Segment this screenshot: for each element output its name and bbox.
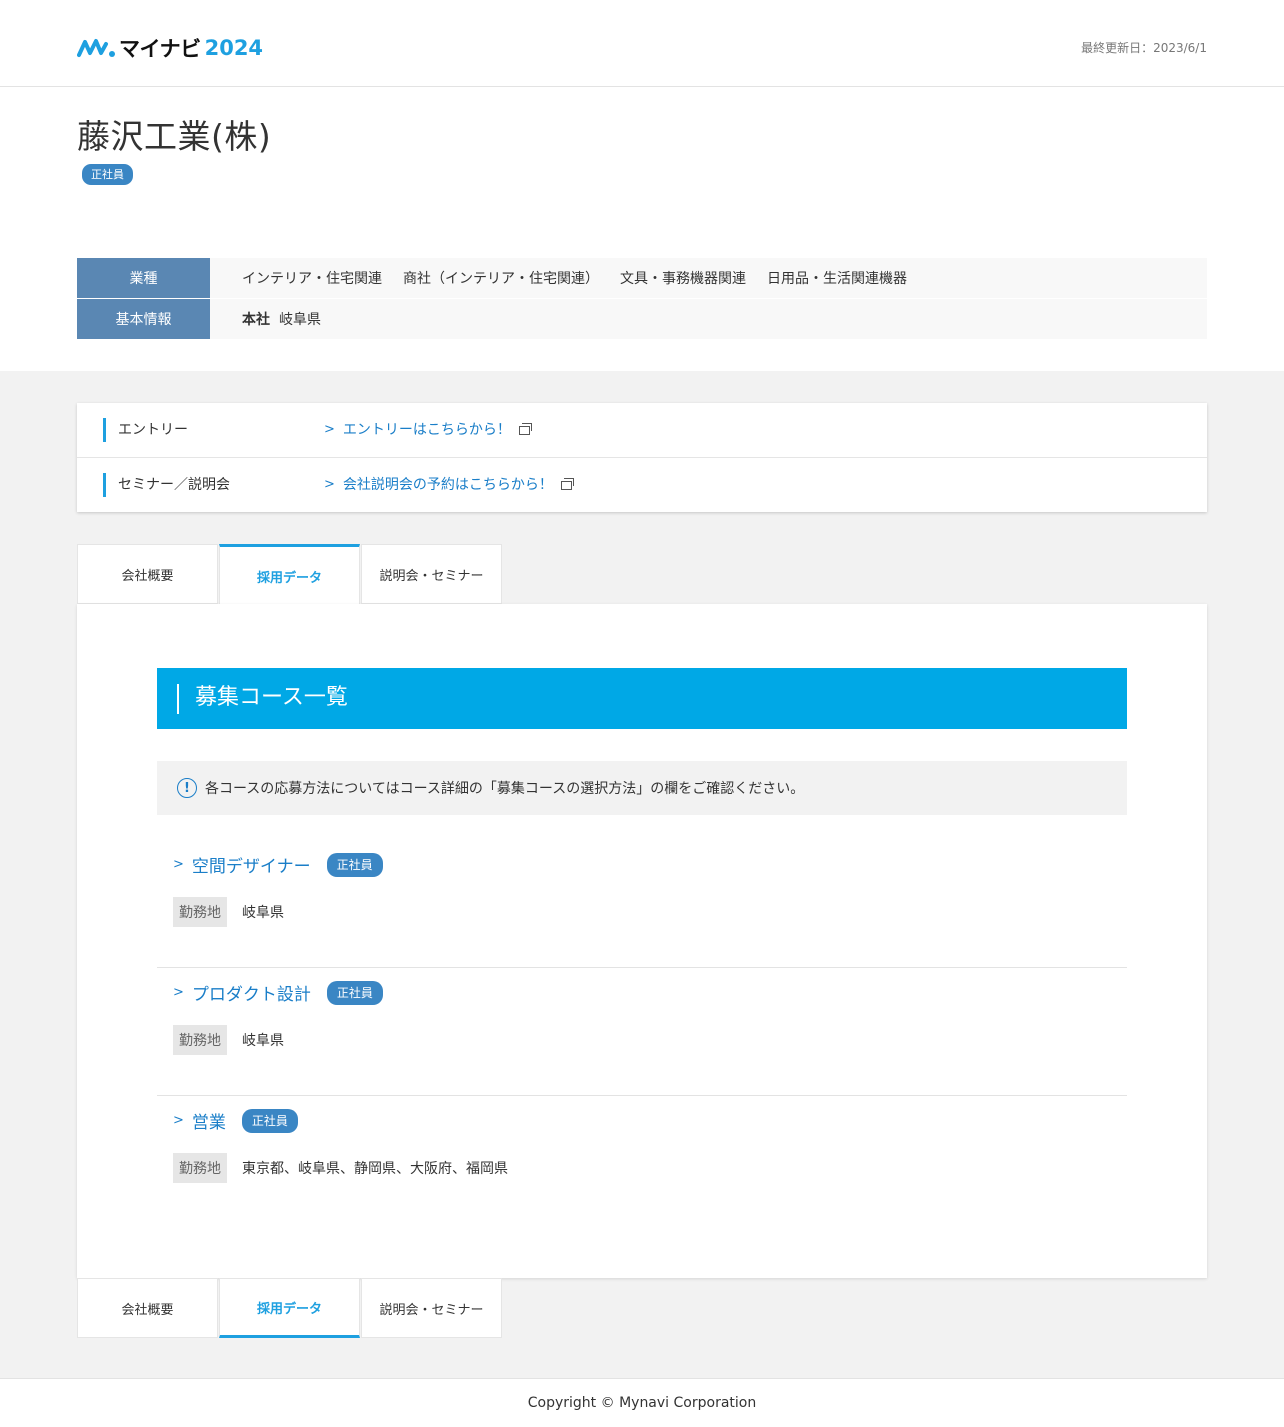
course-item: > プロダクト設計 正社員 勤務地 岐阜県 [157,968,1127,1096]
location-value: 東京都、岐阜県、静岡県、大阪府、福岡県 [242,1161,508,1177]
tab-company-overview[interactable]: 会社概要 [77,1278,218,1338]
info-icon: ! [177,778,197,798]
location-label: 勤務地 [173,1025,227,1055]
external-window-icon [560,477,574,490]
basic-info-values: 本社 岐阜県 [210,299,1207,339]
entry-row: エントリー > エントリーはこちらから！ [77,403,1207,457]
mynavi-logo-icon [77,39,115,57]
seminar-link[interactable]: > 会社説明会の予約はこちらから！ [324,473,574,497]
seminar-row: セミナー／説明会 > 会社説明会の予約はこちらから！ [77,457,1207,511]
entry-box: エントリー > エントリーはこちらから！ セミナー／説明会 > 会社説明会の予約… [77,403,1207,512]
site-header: マイナビ 2024 最終更新日：2023/6/1 [0,0,1284,87]
tab-bar-bottom: 会社概要 採用データ 説明会・セミナー [77,1278,503,1338]
industry-item: 日用品・生活関連機器 [767,271,907,287]
tab-seminar[interactable]: 説明会・セミナー [361,544,502,604]
industry-item: 商社（インテリア・住宅関連） [403,271,599,287]
industry-label: 業種 [77,258,210,298]
seminar-label: セミナー／説明会 [103,473,230,497]
industry-row: 業種 インテリア・住宅関連 商社（インテリア・住宅関連） 文具・事務機器関連 日… [77,258,1207,298]
location-value: 岐阜県 [242,905,284,921]
course-name: 空間デザイナー [191,857,311,877]
tab-company-overview[interactable]: 会社概要 [77,544,218,604]
site-footer: Copyright © Mynavi Corporation [0,1378,1284,1427]
course-name: プロダクト設計 [191,985,311,1005]
entry-label: エントリー [103,418,188,442]
last-updated: 最終更新日：2023/6/1 [1081,41,1207,55]
entry-link-text: エントリーはこちらから！ [342,422,511,438]
external-window-icon [518,422,532,435]
industry-item: インテリア・住宅関連 [242,271,382,287]
copyright: Copyright © Mynavi Corporation [527,1395,757,1411]
basic-info-row: 基本情報 本社 岐阜県 [77,299,1207,339]
notice-text: 各コースの応募方法についてはコース詳細の「募集コースの選択方法」の欄をご確認くだ… [205,781,805,797]
tab-seminar[interactable]: 説明会・セミナー [361,1278,502,1338]
seminar-link-text: 会社説明会の予約はこちらから！ [342,477,553,493]
industry-item: 文具・事務機器関連 [620,271,746,287]
tab-recruitment-data[interactable]: 採用データ [219,544,360,605]
course-link[interactable]: > プロダクト設計 正社員 [173,980,383,1005]
course-location: 勤務地 東京都、岐阜県、静岡県、大阪府、福岡県 [173,1153,508,1183]
location-label: 勤務地 [173,897,227,927]
notice-box: ! 各コースの応募方法についてはコース詳細の「募集コースの選択方法」の欄をご確認… [157,761,1127,815]
course-location: 勤務地 岐阜県 [173,1025,284,1055]
entry-link[interactable]: > エントリーはこちらから！ [324,418,532,442]
chevron-right-icon: > [173,1113,184,1128]
hq-label: 本社 [242,312,270,328]
chevron-right-icon: > [173,857,184,872]
course-badge: 正社員 [326,980,383,1005]
company-header: 藤沢工業(株) 正社員 [77,110,272,185]
company-name: 藤沢工業(株) [77,117,272,156]
course-item: > 空間デザイナー 正社員 勤務地 岐阜県 [157,840,1127,968]
section-heading: 募集コース一覧 [157,668,1127,729]
course-location: 勤務地 岐阜県 [173,897,284,927]
section-title: 募集コース一覧 [195,685,348,710]
course-link[interactable]: > 営業 正社員 [173,1108,298,1133]
employment-badge: 正社員 [82,164,133,185]
tab-bar-top: 会社概要 採用データ 説明会・セミナー [77,544,503,605]
industry-values: インテリア・住宅関連 商社（インテリア・住宅関連） 文具・事務機器関連 日用品・… [210,258,1207,298]
recruitment-panel: 募集コース一覧 ! 各コースの応募方法についてはコース詳細の「募集コースの選択方… [77,604,1207,1278]
location-label: 勤務地 [173,1153,227,1183]
hq-value: 岐阜県 [279,312,321,328]
course-name: 営業 [191,1113,226,1133]
chevron-right-icon: > [173,985,184,1000]
course-item: > 営業 正社員 勤務地 東京都、岐阜県、静岡県、大阪府、福岡県 [157,1096,1127,1224]
tab-recruitment-data[interactable]: 採用データ [219,1278,360,1338]
location-value: 岐阜県 [242,1033,284,1049]
heading-bar [177,684,179,714]
mynavi-logo[interactable]: マイナビ 2024 [77,34,263,62]
course-badge: 正社員 [326,852,383,877]
company-info-table: 業種 インテリア・住宅関連 商社（インテリア・住宅関連） 文具・事務機器関連 日… [77,258,1207,340]
logo-text: マイナビ [119,37,201,61]
course-badge: 正社員 [241,1108,298,1133]
course-link[interactable]: > 空間デザイナー 正社員 [173,852,383,877]
chevron-right-icon: > [324,422,335,437]
basic-info-label: 基本情報 [77,299,210,339]
logo-year: 2024 [204,36,264,60]
chevron-right-icon: > [324,477,335,492]
